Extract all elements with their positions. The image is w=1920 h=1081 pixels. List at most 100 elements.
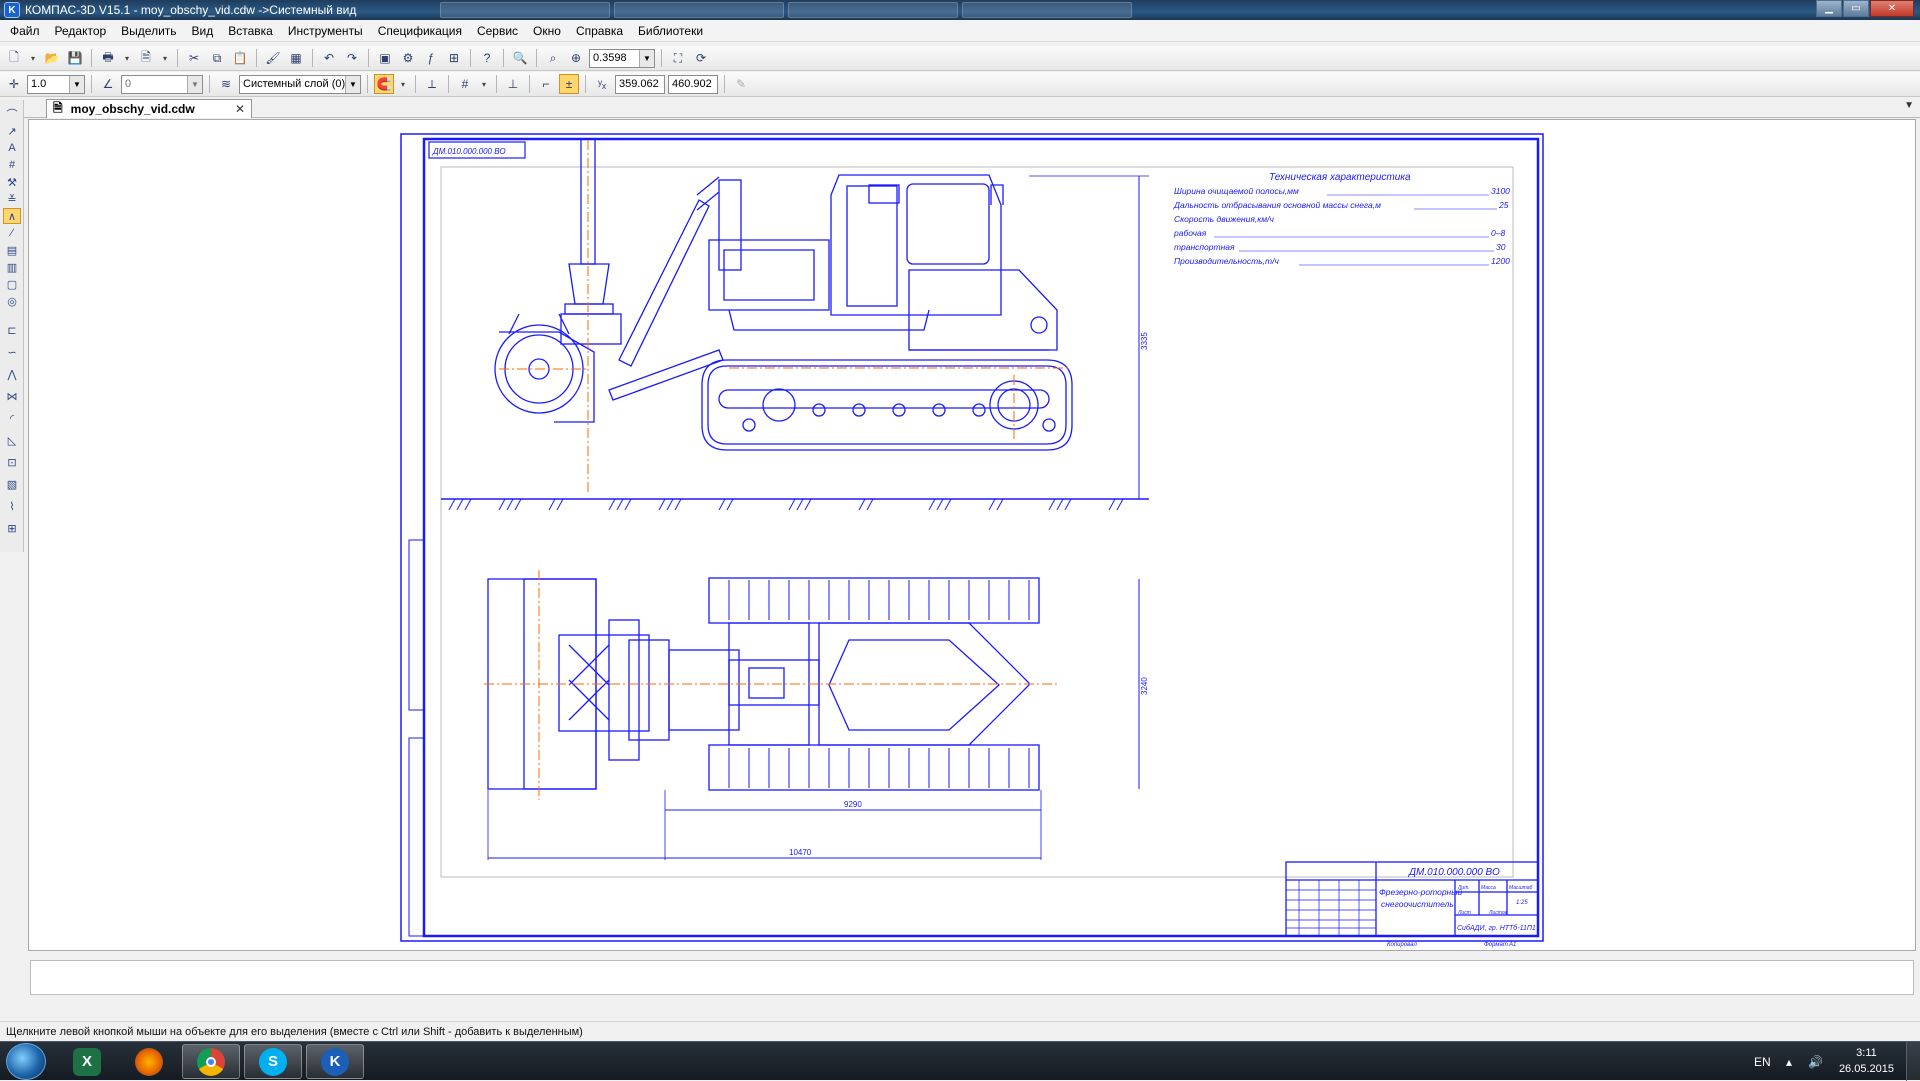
zoom-scale-icon[interactable]: ⊕ — [566, 48, 586, 68]
chevron-down-icon[interactable]: ▼ — [69, 75, 84, 93]
redo-icon[interactable]: ↷ — [342, 48, 362, 68]
ortho-icon[interactable]: ⌐ — [536, 74, 556, 94]
table-icon[interactable]: ▦ — [286, 48, 306, 68]
dimensions-icon[interactable]: ↗ — [3, 123, 21, 139]
contour-icon[interactable]: ⋀ — [3, 366, 21, 382]
reports-icon[interactable]: ▤ — [3, 242, 21, 258]
step-combo[interactable]: 1.0 ▼ — [27, 74, 85, 94]
library-icon[interactable]: ⚙ — [398, 48, 418, 68]
new-file-icon[interactable]: 🗋 — [4, 48, 24, 68]
taskbar-excel[interactable]: X — [58, 1044, 116, 1079]
menu-service[interactable]: Сервис — [477, 24, 518, 38]
menu-insert[interactable]: Вставка — [228, 24, 273, 38]
property-panel[interactable] — [30, 960, 1914, 995]
round-icon[interactable]: ± — [559, 74, 579, 94]
edit-icon[interactable]: # — [3, 157, 21, 173]
zoom-in-icon[interactable]: 🔍 — [510, 48, 530, 68]
maximize-button[interactable]: ▭ — [1843, 0, 1869, 17]
close-tab-icon[interactable]: ✕ — [235, 102, 245, 116]
angle-combo[interactable]: 0 ▼ — [121, 74, 203, 94]
coord-x-field[interactable]: 359.062 — [615, 74, 665, 94]
copy-icon[interactable]: ⧉ — [207, 48, 227, 68]
measure-icon[interactable]: ≚ — [3, 191, 21, 207]
title-block-mass: Масса — [1481, 885, 1496, 891]
undo-icon[interactable]: ↶ — [319, 48, 339, 68]
volume-icon[interactable]: 🔊 — [1808, 1042, 1823, 1081]
fragment-icon[interactable]: ▢ — [3, 276, 21, 292]
coord-y-field[interactable]: 460.902 — [668, 74, 718, 94]
minimize-button[interactable]: ▁ — [1816, 0, 1842, 17]
zoom-window-icon[interactable]: ⌕ — [543, 48, 563, 68]
variables-icon[interactable]: ƒ — [421, 48, 441, 68]
local-snap-icon[interactable]: ⟂ — [422, 74, 442, 94]
preview-dropdown-icon[interactable]: ▾ — [159, 48, 171, 68]
layer-combo[interactable]: Системный слой (0) ▼ — [239, 74, 361, 94]
snap-dropdown-icon[interactable]: ▾ — [397, 74, 409, 94]
library-ring-icon[interactable]: ◎ — [3, 293, 21, 309]
properties-brush-icon[interactable]: 🖌 — [263, 48, 283, 68]
taskbar-chrome[interactable] — [182, 1044, 240, 1079]
view-icon[interactable]: ⊏ — [3, 322, 21, 338]
show-desktop-button[interactable] — [1906, 1042, 1920, 1081]
property-pen-icon[interactable]: ✎ — [731, 74, 751, 94]
manager-icon[interactable]: ▣ — [375, 48, 395, 68]
insert-icon[interactable]: ▥ — [3, 259, 21, 275]
geometry-icon[interactable]: ⌒ — [3, 106, 21, 122]
chevron-down-icon[interactable]: ▼ — [187, 75, 202, 93]
zoom-combo[interactable]: 0.3598 ▼ — [589, 48, 655, 68]
refresh-icon[interactable]: ⟳ — [691, 48, 711, 68]
close-button[interactable]: ✕ — [1870, 0, 1914, 17]
print-dropdown-icon[interactable]: ▾ — [121, 48, 133, 68]
menu-select[interactable]: Выделить — [121, 24, 176, 38]
hatch-icon[interactable]: ▧ — [3, 476, 21, 492]
chevron-down-icon[interactable]: ▼ — [345, 75, 360, 93]
save-icon[interactable]: 💾 — [65, 48, 85, 68]
tray-expand-icon[interactable]: ▴ — [1786, 1042, 1792, 1081]
show-all-icon[interactable]: ⛶ — [668, 48, 688, 68]
paste-icon[interactable]: 📋 — [230, 48, 250, 68]
drawing-canvas[interactable]: ДМ.010.000.000 ВО 3335 3240 9290 10470 Т… — [28, 119, 1916, 951]
menu-tools[interactable]: Инструменты — [288, 24, 363, 38]
taskbar-skype[interactable]: S — [244, 1044, 302, 1079]
menu-window[interactable]: Окно — [533, 24, 561, 38]
preview-icon[interactable]: 🗎 — [136, 48, 156, 68]
parametrization-icon[interactable]: ⚒ — [3, 174, 21, 190]
cut-icon[interactable]: ✂ — [184, 48, 204, 68]
angle-icon[interactable]: ∠ — [98, 74, 118, 94]
menu-specification[interactable]: Спецификация — [378, 24, 462, 38]
open-folder-icon[interactable]: 📂 — [42, 48, 62, 68]
grid-dropdown-icon[interactable]: ▾ — [478, 74, 490, 94]
layers-icon[interactable]: ≋ — [216, 74, 236, 94]
spline-icon[interactable]: ⌇ — [3, 498, 21, 514]
grid-icon[interactable]: # — [455, 74, 475, 94]
tab-moy-obschy-vid[interactable]: 🗎 moy_obschy_vid.cdw ✕ — [46, 99, 252, 118]
new-dropdown-icon[interactable]: ▾ — [27, 48, 39, 68]
step-cursor-icon[interactable]: ✛ — [4, 74, 24, 94]
calculator-icon[interactable]: ⊞ — [444, 48, 464, 68]
arc-icon[interactable]: ◜ — [3, 410, 21, 426]
print-icon[interactable]: 🖶 — [98, 48, 118, 68]
menu-file[interactable]: Файл — [10, 24, 40, 38]
help-pointer-icon[interactable]: ? — [477, 48, 497, 68]
taskbar-firefox[interactable] — [120, 1044, 178, 1079]
spec-icon[interactable]: ⁄ — [3, 225, 21, 241]
chevron-down-icon[interactable]: ▼ — [639, 49, 654, 67]
language-indicator[interactable]: EN — [1754, 1042, 1771, 1081]
taskbar-kompas[interactable]: K — [306, 1044, 364, 1079]
menu-view[interactable]: Вид — [192, 24, 214, 38]
collect-icon[interactable]: ⊞ — [3, 520, 21, 536]
menu-libraries[interactable]: Библиотеки — [638, 24, 703, 38]
chamfer-icon[interactable]: ◺ — [3, 432, 21, 448]
curve-icon[interactable]: ∽ — [3, 344, 21, 360]
rectangle-icon[interactable]: ⊡ — [3, 454, 21, 470]
local-cs-icon[interactable]: ⊥ — [503, 74, 523, 94]
snap-magnet-icon[interactable]: 🧲 — [374, 74, 394, 94]
polyline-icon[interactable]: ⋈ — [3, 388, 21, 404]
menu-help[interactable]: Справка — [576, 24, 623, 38]
start-button[interactable] — [6, 1043, 46, 1080]
tab-list-chevron-icon[interactable]: ▼ — [1904, 100, 1914, 111]
clock[interactable]: 3:11 26.05.2015 — [1839, 1045, 1894, 1077]
menu-editor[interactable]: Редактор — [55, 24, 107, 38]
select-icon[interactable]: ∧ — [3, 208, 21, 224]
designations-icon[interactable]: A — [3, 140, 21, 156]
